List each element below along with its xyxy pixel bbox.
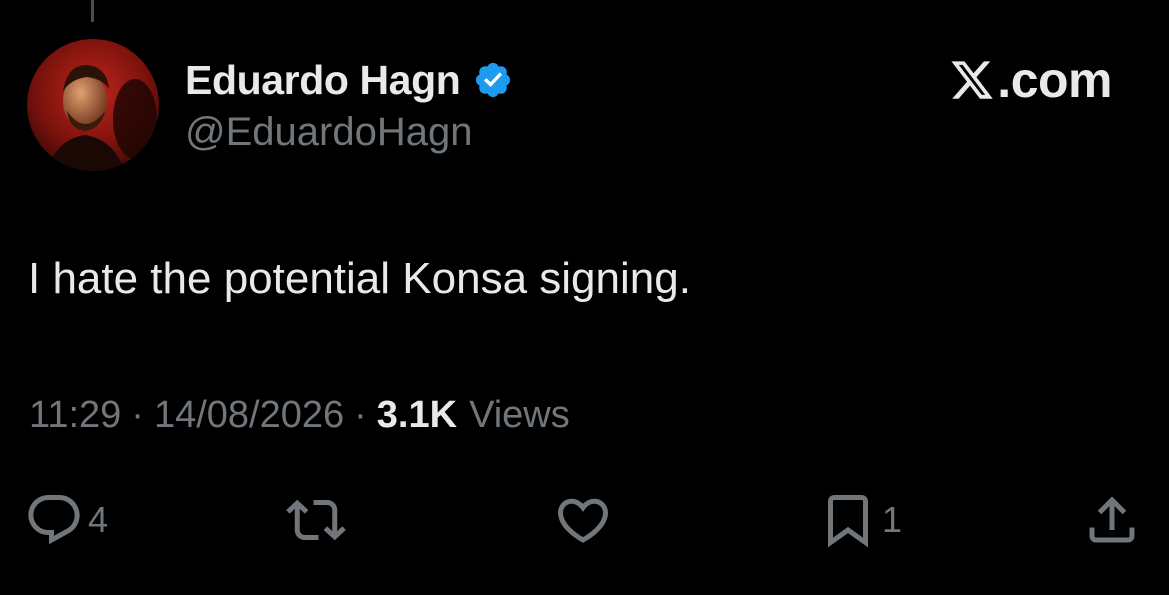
bookmark-count: 1 (882, 499, 903, 540)
reply-icon (28, 495, 80, 545)
avatar-portrait (27, 39, 159, 171)
meta-separator: · (131, 394, 144, 436)
bookmark-icon (828, 495, 868, 548)
avatar[interactable] (27, 39, 159, 171)
author-handle[interactable]: @EduardoHagn (185, 110, 472, 155)
author-name-row[interactable]: Eduardo Hagn (185, 56, 513, 104)
bookmark-button[interactable]: 1 (818, 490, 902, 550)
tweet-time[interactable]: 11:29 (29, 394, 121, 437)
tweet-meta: 11:29 · 14/08/2026 · 3.1K Views (29, 394, 570, 437)
views-label: Views (469, 394, 570, 436)
repost-icon (286, 499, 346, 541)
brand-watermark: .com (949, 52, 1112, 108)
brand-domain-suffix: .com (997, 52, 1112, 108)
views-count: 3.1K (376, 394, 458, 436)
verified-badge-icon (473, 60, 513, 100)
share-button[interactable] (1082, 490, 1146, 550)
action-bar: 4 1 (0, 490, 1169, 550)
repost-button[interactable] (286, 490, 350, 550)
meta-separator: · (354, 394, 367, 436)
tweet-text: I hate the potential Konsa signing. (28, 254, 691, 303)
author-display-name[interactable]: Eduardo Hagn (185, 57, 461, 104)
reply-button[interactable]: 4 (24, 490, 108, 550)
thread-connector-line (91, 0, 94, 22)
like-button[interactable] (553, 490, 617, 550)
heart-icon (557, 498, 609, 543)
x-logo-icon (951, 61, 994, 99)
share-icon (1089, 496, 1135, 543)
reply-count: 4 (88, 499, 109, 540)
tweet-date[interactable]: 14/08/2026 (154, 394, 344, 437)
